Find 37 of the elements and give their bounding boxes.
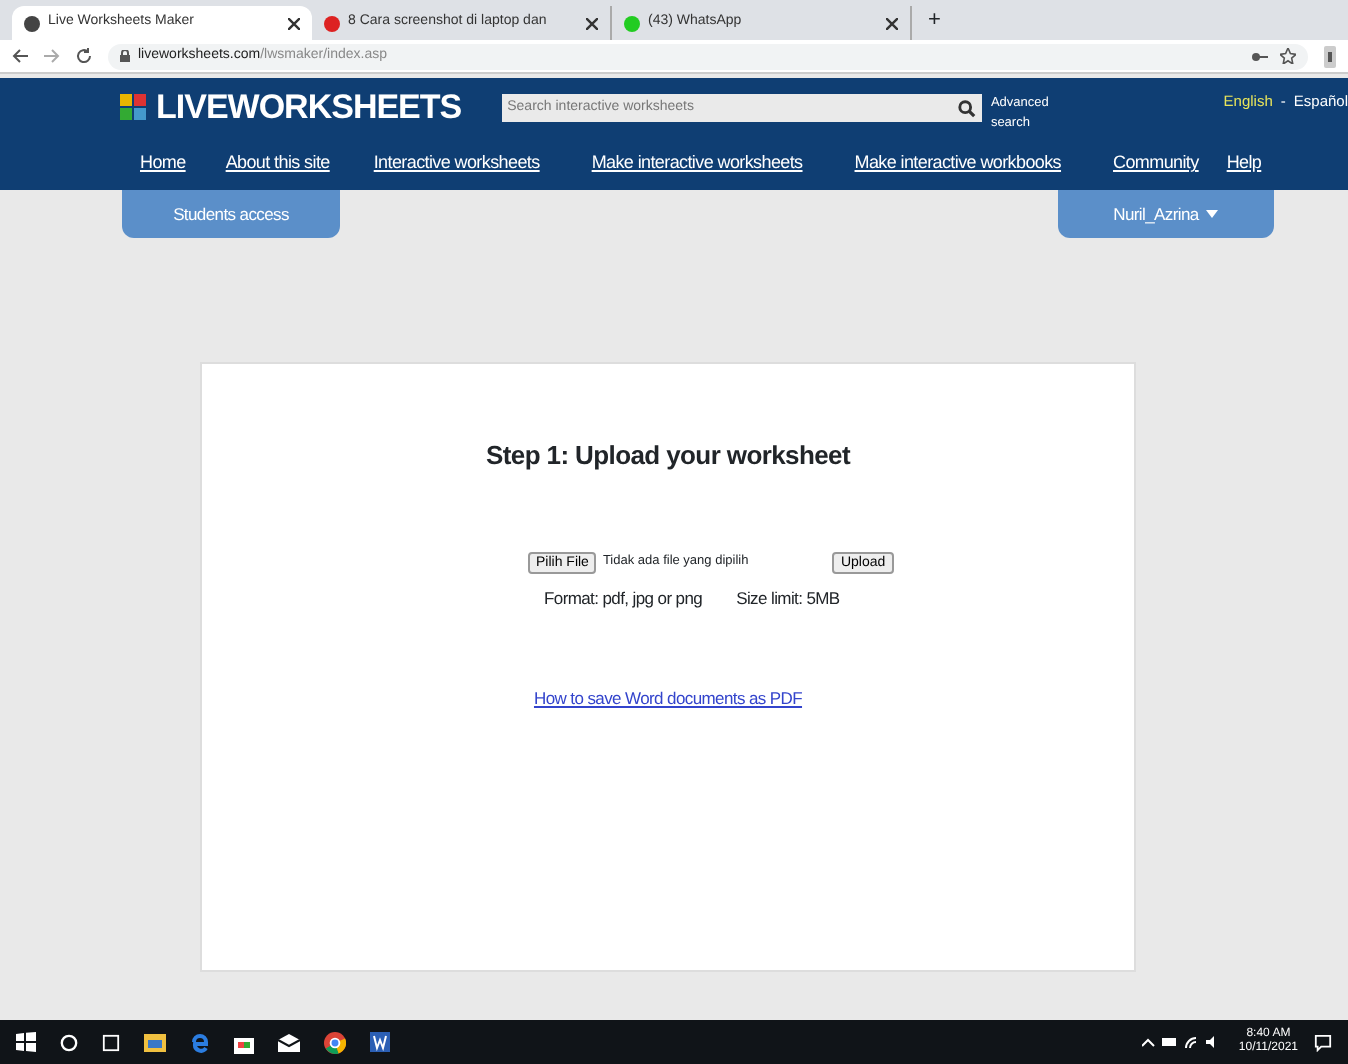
nav-link[interactable]: Home [140,150,186,178]
close-icon[interactable] [288,17,300,29]
nav-link[interactable]: Community [1113,150,1199,178]
nav-link[interactable]: Help [1226,150,1262,178]
nav-link[interactable]: Make interactive worksheets [591,150,803,178]
site-icon [624,15,640,31]
star-icon[interactable] [1280,48,1296,64]
new-tab-button[interactable]: + [912,3,957,40]
close-icon[interactable] [886,17,898,29]
nav-link[interactable]: About this site [225,150,330,178]
notification-icon[interactable] [1314,1033,1332,1051]
caret-icon [1206,210,1219,218]
reload-icon[interactable] [76,48,92,64]
mail-icon[interactable] [278,1033,300,1051]
back-icon[interactable] [12,48,28,64]
site-icon [24,15,40,31]
nav-link[interactable]: Interactive worksheets [373,150,540,178]
close-icon[interactable] [586,17,598,29]
key-icon[interactable] [1252,51,1268,61]
format-text: Format: pdf, jpg or png [544,586,703,612]
logo-icon [120,94,148,122]
windows-start-icon[interactable] [16,1032,36,1052]
search-icon[interactable] [60,1033,78,1051]
browser-e-icon[interactable] [190,1031,210,1053]
chrome-icon[interactable] [324,1031,346,1053]
lock-icon [120,50,130,62]
size-limit-text: Size limit: 5MB [736,586,840,612]
help-link[interactable]: How to save Word documents as PDF [533,687,803,708]
nav-link[interactable]: Make interactive workbooks [854,150,1062,178]
extension-icon[interactable] [1324,45,1336,67]
word-icon[interactable] [370,1032,390,1052]
task-view-icon[interactable] [102,1033,120,1051]
site-icon [324,15,340,31]
site-logo[interactable]: LIVEWORKSHEETS [156,82,462,134]
folder-icon[interactable] [144,1032,166,1052]
upload-title: Step 1: Upload your worksheet [483,438,853,474]
search-icon[interactable] [958,99,977,117]
